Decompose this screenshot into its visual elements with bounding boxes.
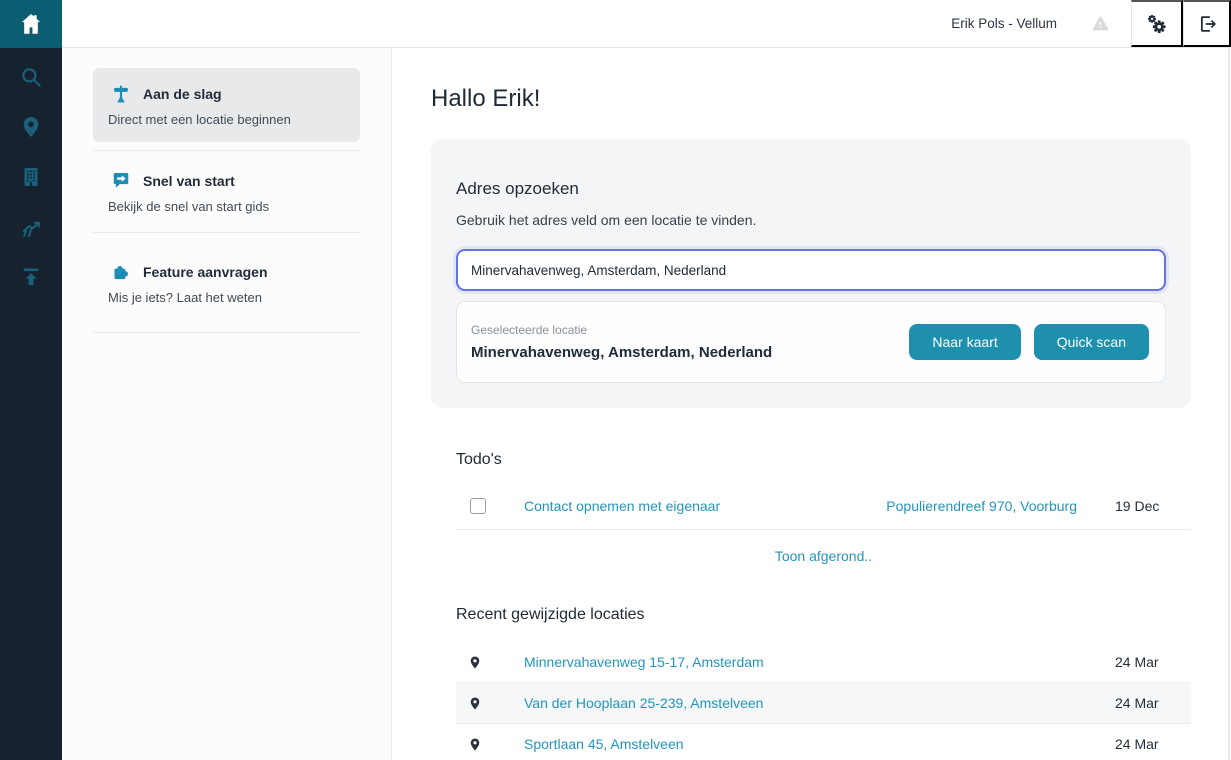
rail-item-buildings[interactable] xyxy=(0,152,62,202)
rail-item-search[interactable] xyxy=(0,52,62,102)
building-icon xyxy=(19,165,43,189)
icon-rail xyxy=(0,0,62,760)
panel-item-snel-van-start[interactable]: Snel van start Bekijk de snel van start … xyxy=(93,151,360,232)
top-bar: Erik Pols - Vellum xyxy=(62,0,1231,48)
map-pin-icon xyxy=(469,655,481,670)
todo-task-link[interactable]: Contact opnemen met eigenaar xyxy=(524,498,886,514)
rail-item-upload[interactable] xyxy=(0,252,62,302)
location-date: 24 Mar xyxy=(1115,736,1191,752)
puzzle-icon xyxy=(111,262,131,282)
rail-item-locations[interactable] xyxy=(0,102,62,152)
selected-location-label: Geselecteerde locatie xyxy=(471,323,909,337)
todo-location-link[interactable]: Populierendreef 970, Voorburg xyxy=(886,498,1077,514)
todos-title: Todo's xyxy=(456,451,1191,469)
panel-item-subtitle: Bekijk de snel van start gids xyxy=(108,199,345,214)
map-pin-icon xyxy=(469,737,481,752)
todo-date: 19 Dec xyxy=(1115,498,1191,514)
warning-triangle-icon xyxy=(1091,14,1110,33)
selected-location-card: Geselecteerde locatie Minervahavenweg, A… xyxy=(456,301,1166,383)
location-link[interactable]: Minnervahavenweg 15-17, Amsterdam xyxy=(524,654,1115,670)
upload-icon xyxy=(19,265,43,289)
location-link[interactable]: Van der Hooplaan 25-239, Amstelveen xyxy=(524,695,1115,711)
location-link[interactable]: Sportlaan 45, Amstelveen xyxy=(524,736,1115,752)
chart-icon xyxy=(19,215,44,240)
recent-locations-title: Recent gewijzigde locaties xyxy=(456,606,1191,624)
panel-item-subtitle: Mis je iets? Laat het weten xyxy=(108,290,345,305)
map-pin-icon xyxy=(469,696,481,711)
quick-scan-button[interactable]: Quick scan xyxy=(1034,324,1149,360)
panel-item-title: Snel van start xyxy=(143,173,235,189)
location-date: 24 Mar xyxy=(1115,695,1191,711)
settings-gears-icon xyxy=(1146,13,1168,35)
panel-item-title: Aan de slag xyxy=(143,86,222,102)
settings-button[interactable] xyxy=(1131,0,1183,47)
location-row: Sportlaan 45, Amstelveen 24 Mar xyxy=(456,724,1191,760)
logout-button[interactable] xyxy=(1183,0,1231,47)
home-icon xyxy=(18,11,44,37)
todo-checkbox[interactable] xyxy=(470,498,486,514)
location-date: 24 Mar xyxy=(1115,654,1191,670)
main-content: Hallo Erik! Adres opzoeken Gebruik het a… xyxy=(393,48,1231,760)
user-name: Erik Pols - Vellum xyxy=(951,16,1057,31)
quickstart-chat-icon xyxy=(111,171,131,191)
location-row: Van der Hooplaan 25-239, Amstelveen 24 M… xyxy=(456,683,1191,724)
search-icon xyxy=(18,64,44,90)
signpost-icon xyxy=(111,84,131,104)
address-card-description: Gebruik het adres veld om een locatie te… xyxy=(456,212,1166,228)
address-lookup-card: Adres opzoeken Gebruik het adres veld om… xyxy=(431,139,1191,408)
rail-item-stats[interactable] xyxy=(0,202,62,252)
show-completed-link[interactable]: Toon afgerond.. xyxy=(775,548,872,564)
naar-kaart-button[interactable]: Naar kaart xyxy=(909,324,1020,360)
recent-locations-section: Recent gewijzigde locaties Minnervahaven… xyxy=(431,606,1191,760)
panel-item-aan-de-slag[interactable]: Aan de slag Direct met een locatie begin… xyxy=(93,68,360,142)
selected-location-value: Minervahavenweg, Amsterdam, Nederland xyxy=(471,344,909,361)
todo-row: Contact opnemen met eigenaar Populierend… xyxy=(456,482,1191,530)
divider xyxy=(93,332,360,333)
todos-section: Todo's Contact opnemen met eigenaar Popu… xyxy=(431,451,1191,564)
map-pin-icon xyxy=(19,115,43,139)
location-row: Minnervahavenweg 15-17, Amsterdam 24 Mar xyxy=(456,642,1191,683)
logout-icon xyxy=(1196,13,1218,35)
scrollbar-track[interactable] xyxy=(1228,48,1230,760)
panel-item-title: Feature aanvragen xyxy=(143,264,268,280)
page-title: Hallo Erik! xyxy=(431,85,1231,113)
quick-actions-panel: Aan de slag Direct met een locatie begin… xyxy=(62,48,392,760)
address-card-title: Adres opzoeken xyxy=(456,179,1166,199)
address-search-input[interactable] xyxy=(456,249,1166,291)
panel-item-subtitle: Direct met een locatie beginnen xyxy=(108,112,345,127)
rail-item-home[interactable] xyxy=(0,0,62,48)
panel-item-feature-aanvragen[interactable]: Feature aanvragen Mis je iets? Laat het … xyxy=(93,233,360,332)
